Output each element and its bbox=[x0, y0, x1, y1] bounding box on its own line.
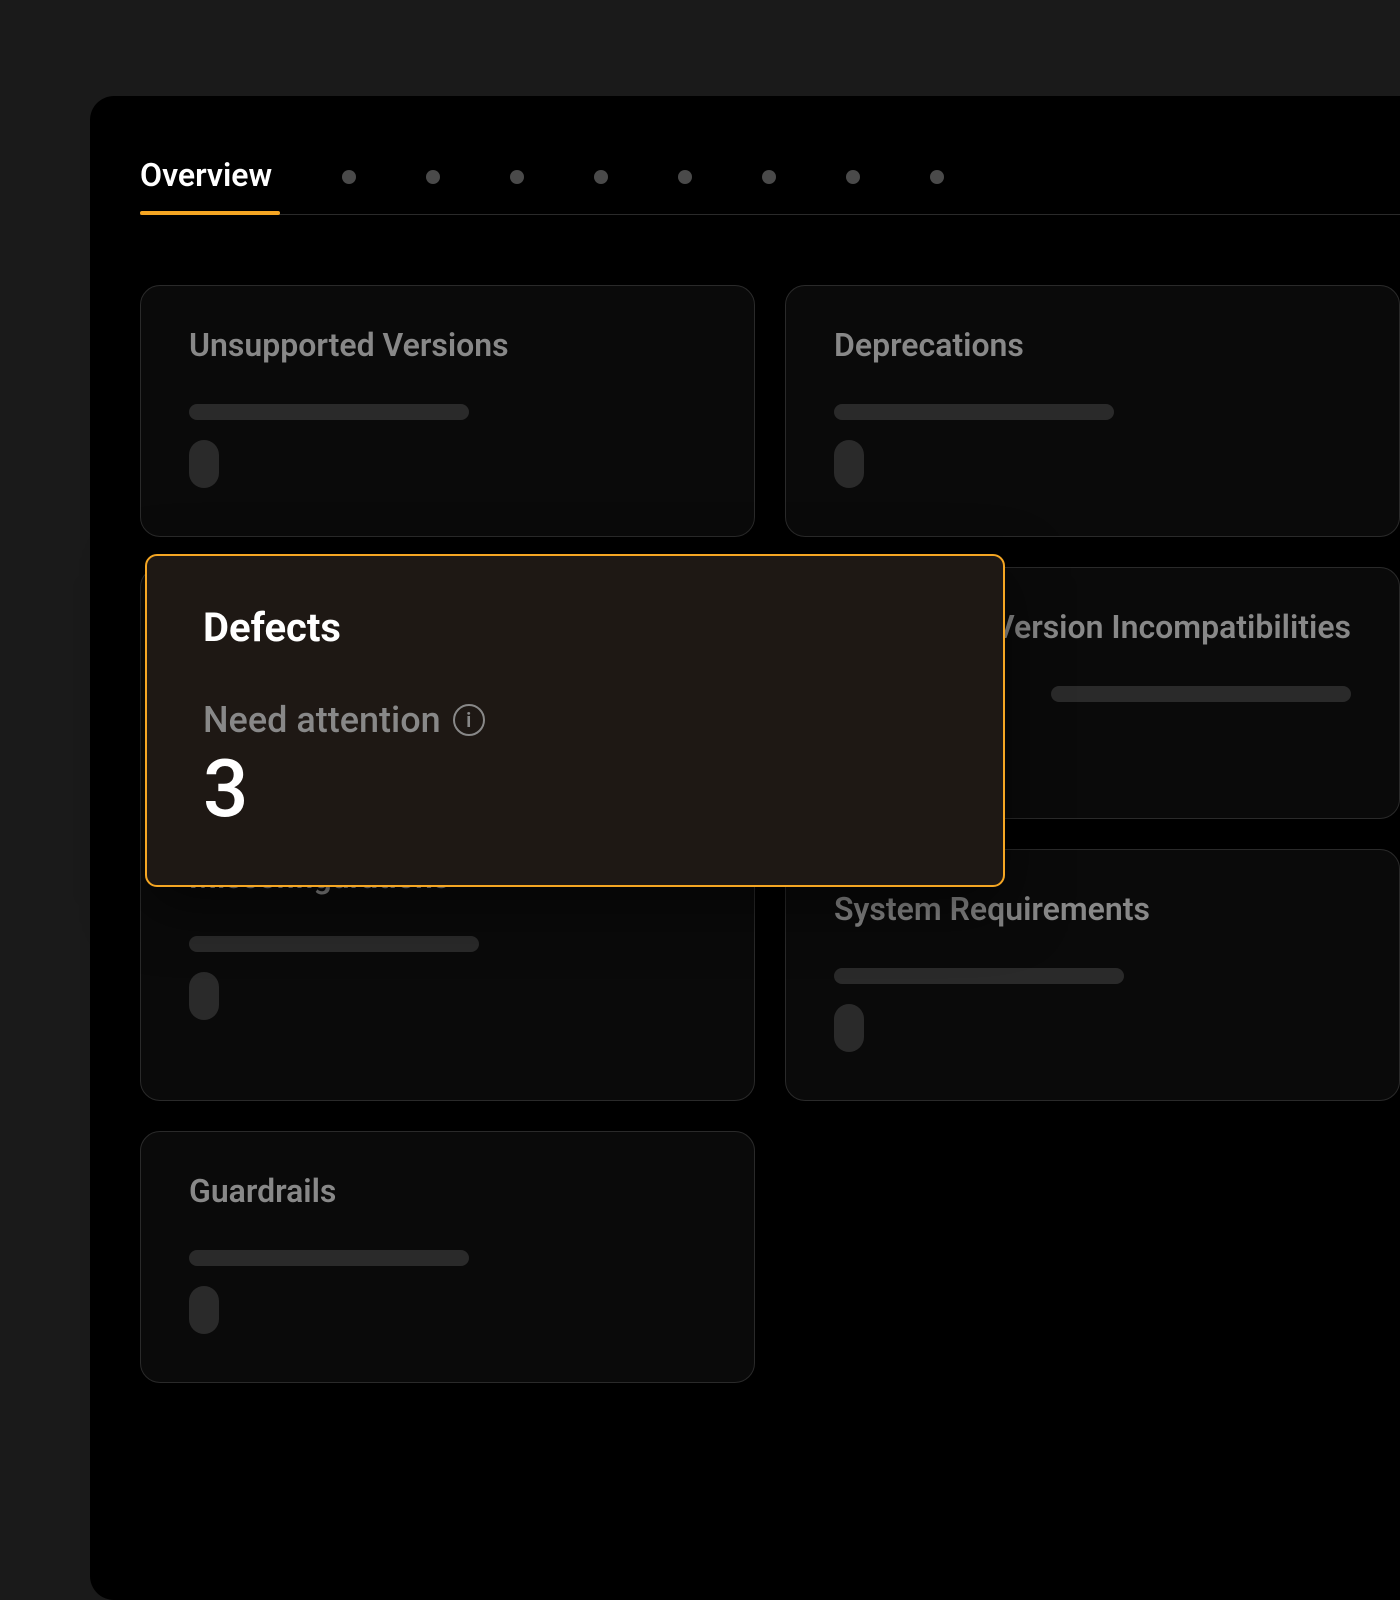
tab-placeholder[interactable] bbox=[510, 170, 524, 184]
skeleton-placeholder bbox=[834, 1004, 864, 1052]
skeleton-placeholder bbox=[189, 972, 219, 1020]
tab-placeholder[interactable] bbox=[762, 170, 776, 184]
skeleton-placeholder bbox=[834, 440, 864, 488]
tab-overview[interactable]: Overview bbox=[140, 156, 272, 198]
skeleton-placeholder bbox=[189, 1286, 219, 1334]
tab-placeholder[interactable] bbox=[930, 170, 944, 184]
tab-placeholder[interactable] bbox=[846, 170, 860, 184]
highlight-subtitle: Need attention bbox=[203, 699, 441, 741]
tab-placeholder[interactable] bbox=[594, 170, 608, 184]
card-title: Deprecations bbox=[834, 326, 1351, 364]
skeleton-placeholder bbox=[189, 440, 219, 488]
highlight-count: 3 bbox=[203, 749, 947, 829]
highlight-subtitle-row: Need attention i bbox=[203, 699, 947, 741]
tab-placeholder[interactable] bbox=[678, 170, 692, 184]
card-title: System Requirements bbox=[834, 890, 1351, 928]
card-deprecations[interactable]: Deprecations bbox=[785, 285, 1400, 537]
card-unsupported-versions[interactable]: Unsupported Versions bbox=[140, 285, 755, 537]
card-guardrails[interactable]: Guardrails bbox=[140, 1131, 755, 1383]
skeleton-placeholder bbox=[1051, 686, 1351, 702]
tab-active-underline bbox=[140, 211, 280, 215]
tab-overview-label: Overview bbox=[140, 156, 272, 194]
info-icon[interactable]: i bbox=[453, 704, 485, 736]
skeleton-placeholder bbox=[834, 968, 1124, 984]
card-title: Guardrails bbox=[189, 1172, 706, 1210]
skeleton-placeholder bbox=[189, 936, 479, 952]
card-defects-highlight[interactable]: Defects Need attention i 3 bbox=[145, 554, 1005, 887]
tabs-bar: Overview bbox=[140, 156, 1400, 215]
tab-placeholder[interactable] bbox=[426, 170, 440, 184]
highlight-title: Defects bbox=[203, 604, 947, 651]
skeleton-placeholder bbox=[189, 404, 469, 420]
skeleton-placeholder bbox=[834, 404, 1114, 420]
tab-placeholder[interactable] bbox=[342, 170, 356, 184]
card-title: Unsupported Versions bbox=[189, 326, 706, 364]
skeleton-placeholder bbox=[189, 1250, 469, 1266]
